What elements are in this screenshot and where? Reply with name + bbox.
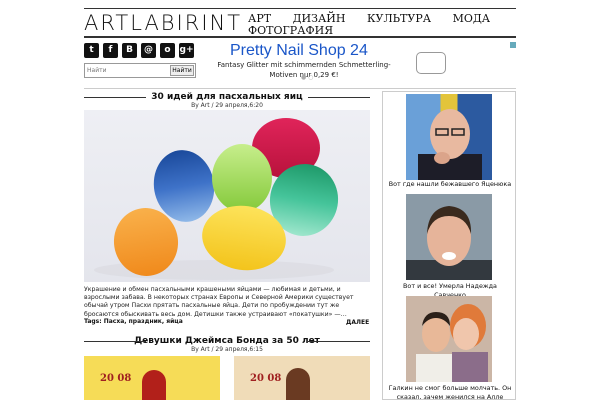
ad-title[interactable]: Pretty Nail Shop 24 — [230, 42, 368, 60]
ad-banner[interactable]: Pretty Nail Shop 24 Fantasy Glitter mit … — [204, 40, 516, 82]
sidebar-item-image[interactable] — [406, 194, 492, 280]
search-box: Найти — [84, 63, 196, 78]
nav-item-fashion[interactable]: МОДА — [453, 13, 491, 25]
thumbnail-number: 20 08 — [100, 373, 132, 384]
thumbnail-number: 20 08 — [250, 373, 282, 384]
site-logo[interactable]: ARTLABIRINT — [84, 11, 242, 35]
search-button[interactable]: Найти — [170, 65, 194, 76]
sidebar-item-caption[interactable]: Вот где нашли бежавшего Яценюка — [387, 180, 513, 189]
nav-item-culture[interactable]: КУЛЬТУРА — [367, 13, 431, 25]
google-plus-icon[interactable]: g+ — [179, 43, 194, 58]
post-meta: By Art / 29 апреля,6:20 — [191, 102, 263, 109]
odnoklassniki-icon[interactable]: o — [160, 43, 175, 58]
facebook-icon[interactable]: f — [103, 43, 118, 58]
main-nav: АРТ ДИЗАЙН КУЛЬТУРА МОДА ФОТОГРАФИЯ — [248, 13, 518, 37]
post-meta: By Art / 29 апреля,6:15 — [191, 346, 263, 353]
sidebar-item-image[interactable] — [406, 94, 492, 180]
post-thumbnail[interactable]: 20 08 — [234, 356, 370, 400]
sidebar-item-caption[interactable]: Галкин не смог больше молчать. Он сказал… — [387, 384, 513, 399]
social-links: t f В @ o g+ — [84, 43, 194, 58]
search-input[interactable] — [87, 65, 169, 76]
thumbnail-figure — [142, 370, 166, 400]
twitter-icon[interactable]: t — [84, 43, 99, 58]
sidebar-item-image[interactable] — [406, 296, 492, 382]
post-image-easter-eggs[interactable] — [84, 110, 370, 282]
post-thumbnail[interactable]: 20 08 — [84, 356, 220, 400]
ad-pager-dots: ● ○ — [301, 74, 314, 81]
ad-open-button[interactable] — [416, 52, 446, 74]
ad-choices-icon[interactable] — [510, 42, 516, 48]
sidebar-news: Вот где нашли бежавшего Яценюка Вот и вс… — [382, 91, 516, 400]
site-header: ARTLABIRINT АРТ ДИЗАЙН КУЛЬТУРА МОДА ФОТ… — [84, 8, 516, 38]
thumbnail-figure — [286, 368, 310, 400]
mail-icon[interactable]: @ — [141, 43, 156, 58]
post-title[interactable]: 30 идей для пасхальных яиц — [84, 92, 370, 102]
post-tags[interactable]: Tags: Пасха, праздник, яйца — [84, 318, 183, 325]
nav-item-photo[interactable]: ФОТОГРАФИЯ — [248, 25, 333, 37]
header-divider — [84, 88, 516, 89]
vk-icon[interactable]: В — [122, 43, 137, 58]
post-title[interactable]: Девушки Джеймса Бонда за 50 лет — [84, 336, 370, 346]
post-excerpt: Украшение и обмен пасхальными крашеными … — [84, 286, 354, 318]
egg-lime — [212, 144, 272, 212]
read-more-link[interactable]: ДАЛЕЕ — [346, 319, 369, 326]
